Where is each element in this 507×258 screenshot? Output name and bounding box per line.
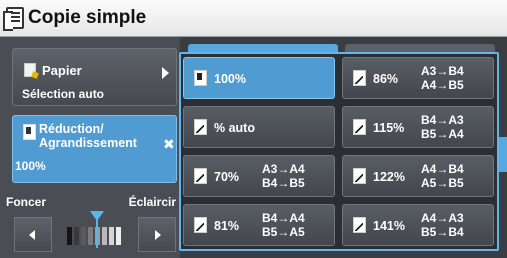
density-scale bbox=[59, 221, 129, 245]
ratio-option-115[interactable]: 115% B4→A3 B5→A4 bbox=[342, 106, 494, 148]
reduce-icon bbox=[353, 70, 366, 86]
enlarge-icon bbox=[353, 217, 366, 233]
ratio-sizes: B4→A3 B5→A4 bbox=[421, 113, 464, 141]
title-bar: Copie simple bbox=[0, 0, 507, 37]
ratio-percent: 81% bbox=[214, 219, 240, 233]
ratio-option-100[interactable]: 100% bbox=[183, 57, 335, 99]
ratio-popup: 100% 86% A3→B4 A4→B5 % auto 115% B4→A3 B5→… bbox=[179, 52, 499, 251]
density-darker-label: Foncer bbox=[6, 195, 47, 209]
ratio-option-122[interactable]: 122% A4→B4 A5→B5 bbox=[342, 155, 494, 197]
density-decrease-button[interactable] bbox=[14, 217, 52, 252]
ratio-sizes: B4→A4 B5→A5 bbox=[262, 211, 305, 239]
density-increase-button[interactable] bbox=[138, 217, 176, 252]
reduce-enlarge-value: 100% bbox=[15, 159, 46, 173]
ratio-percent: % auto bbox=[214, 121, 255, 135]
reduce-icon bbox=[194, 168, 207, 184]
ratio-percent: 122% bbox=[373, 170, 405, 184]
ratio-percent: 115% bbox=[373, 121, 405, 135]
ratio-percent: 100% bbox=[214, 72, 246, 86]
density-pointer-icon[interactable] bbox=[90, 211, 104, 248]
reduce-icon bbox=[194, 217, 207, 233]
reduce-enlarge-icon bbox=[23, 124, 36, 140]
ratio-option-86[interactable]: 86% A3→B4 A4→B5 bbox=[342, 57, 494, 99]
copy-document-icon bbox=[3, 7, 24, 31]
paper-button[interactable]: Papier Sélection auto bbox=[12, 48, 177, 106]
chevron-right-icon bbox=[162, 67, 169, 79]
document-icon bbox=[194, 70, 207, 86]
density-lighter-label: Éclaircir bbox=[128, 195, 176, 209]
ratio-percent: 141% bbox=[373, 219, 405, 233]
enlarge-icon bbox=[353, 168, 366, 184]
ratio-option-81[interactable]: 81% B4→A4 B5→A5 bbox=[183, 204, 335, 246]
ratio-option-141[interactable]: 141% A4→A3 B5→B4 bbox=[342, 204, 494, 246]
auto-zoom-icon bbox=[194, 119, 207, 135]
paper-label: Papier bbox=[42, 63, 82, 78]
ratio-option-70[interactable]: 70% A3→A4 B4→B5 bbox=[183, 155, 335, 197]
ratio-sizes: A3→A4 B4→B5 bbox=[262, 162, 305, 190]
reduce-enlarge-label: Réduction/ Agrandissement bbox=[39, 122, 137, 150]
reduce-enlarge-button[interactable]: Réduction/ Agrandissement 100% ✖ bbox=[12, 115, 177, 183]
ratio-sizes: A3→B4 A4→B5 bbox=[421, 64, 464, 92]
paper-icon bbox=[24, 63, 36, 77]
enlarge-icon bbox=[353, 119, 366, 135]
paper-value: Sélection auto bbox=[22, 87, 105, 101]
left-panel: Papier Sélection auto Réduction/ Agrandi… bbox=[0, 37, 180, 258]
ratio-option-auto[interactable]: % auto bbox=[183, 106, 335, 148]
density-control bbox=[14, 211, 176, 252]
ratio-sizes: A4→B4 A5→B5 bbox=[421, 162, 464, 190]
ratio-sizes: A4→A3 B5→B4 bbox=[421, 211, 464, 239]
close-icon[interactable]: ✖ bbox=[163, 136, 175, 153]
ratio-percent: 70% bbox=[214, 170, 240, 184]
ratio-percent: 86% bbox=[373, 72, 399, 86]
window-title: Copie simple bbox=[28, 7, 147, 28]
